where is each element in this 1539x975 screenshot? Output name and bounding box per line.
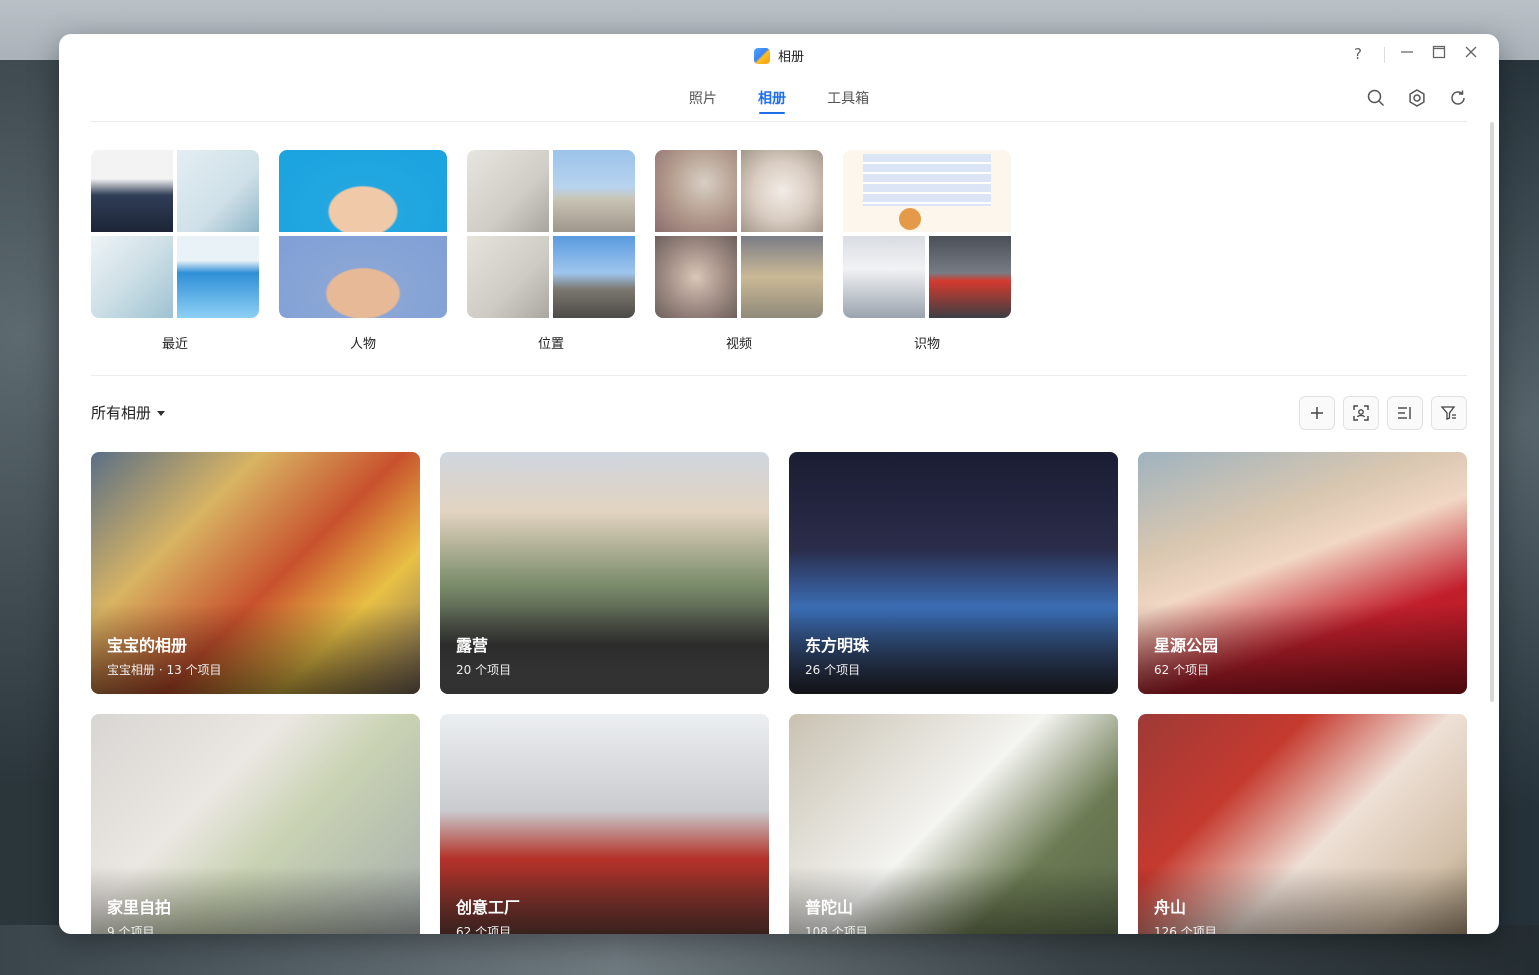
thumbnail [177, 150, 259, 232]
album-meta: 26 个项目 [805, 663, 861, 677]
window-title: 相册 [777, 50, 804, 65]
album-card[interactable]: 东方明珠 26 个项目 [789, 452, 1118, 694]
filter-icon [1441, 406, 1456, 420]
thumbnail [741, 236, 823, 318]
vertical-scrollbar[interactable] [1490, 122, 1494, 702]
photo-album-window: 相册 ? 照片 相册 工具箱 最近 人物 位置 视频 识物 所有相册 宝宝的相册… [59, 34, 1499, 934]
gear-icon [1409, 89, 1425, 107]
album-meta: 20 个项目 [456, 663, 512, 677]
all-albums-dropdown[interactable]: 所有相册 [91, 402, 166, 423]
tab-photos[interactable]: 照片 [689, 88, 717, 118]
tab-albums[interactable]: 相册 [758, 88, 786, 118]
titlebar-separator [1384, 47, 1385, 63]
category-recent[interactable]: 最近 [91, 150, 259, 352]
thumbnail [279, 150, 447, 232]
thumbnail [655, 236, 737, 318]
category-objects[interactable]: 识物 [843, 150, 1011, 352]
album-card[interactable]: 家里自拍 9 个项目 [91, 714, 420, 934]
header-divider [91, 121, 1467, 122]
album-meta: 62 个项目 [456, 925, 512, 934]
all-albums-title: 所有相册 [91, 404, 152, 422]
refresh-button[interactable] [1448, 88, 1470, 110]
album-name: 露营 [456, 636, 489, 655]
thumbnail [177, 236, 259, 318]
sort-button[interactable] [1387, 396, 1423, 430]
album-name: 宝宝的相册 [107, 636, 188, 655]
thumbnail [741, 150, 823, 232]
album-name: 东方明珠 [805, 636, 870, 655]
minimize-button[interactable] [1395, 42, 1419, 66]
smart-album-button[interactable] [1343, 396, 1379, 430]
thumbnail [279, 236, 447, 318]
thumbnail [929, 236, 1011, 318]
help-icon[interactable]: ? [1346, 42, 1370, 66]
album-name: 家里自拍 [107, 898, 172, 917]
album-name: 星源公园 [1154, 636, 1219, 655]
album-meta: 62 个项目 [1154, 663, 1210, 677]
tab-toolbox[interactable]: 工具箱 [827, 88, 869, 118]
category-thumbnail-grid [91, 150, 259, 318]
album-card[interactable]: 普陀山 108 个项目 [789, 714, 1118, 934]
thumbnail [655, 150, 737, 232]
category-thumbnail-grid [843, 150, 1011, 318]
caret-down-icon [157, 411, 166, 416]
album-card[interactable]: 宝宝的相册 宝宝相册 · 13 个项目 [91, 452, 420, 694]
album-card[interactable]: 星源公园 62 个项目 [1138, 452, 1467, 694]
album-name: 舟山 [1154, 898, 1187, 917]
album-meta: 宝宝相册 · 13 个项目 [107, 663, 222, 677]
album-meta: 9 个项目 [107, 925, 155, 934]
album-name: 创意工厂 [456, 898, 521, 917]
thumbnail [843, 150, 1011, 232]
add-album-button[interactable] [1299, 396, 1335, 430]
category-people[interactable]: 人物 [279, 150, 447, 352]
plus-icon [1311, 407, 1323, 419]
thumbnail [553, 150, 635, 232]
app-logo-icon [753, 47, 770, 64]
maximize-button[interactable] [1427, 42, 1451, 66]
thumbnail [467, 150, 549, 232]
filter-button[interactable] [1431, 396, 1467, 430]
close-button[interactable] [1459, 42, 1483, 66]
settings-button[interactable] [1407, 88, 1429, 110]
sort-icon [1398, 407, 1411, 419]
search-icon [1367, 89, 1385, 107]
category-thumbnail-grid [467, 150, 635, 318]
close-icon [1465, 46, 1477, 58]
thumbnail [553, 236, 635, 318]
category-label: 最近 [161, 337, 188, 352]
minimize-icon [1401, 51, 1413, 53]
section-divider [91, 375, 1467, 376]
search-button[interactable] [1366, 88, 1388, 110]
category-location[interactable]: 位置 [467, 150, 635, 352]
thumbnail [467, 236, 549, 318]
album-meta: 108 个项目 [805, 925, 868, 934]
category-video[interactable]: 视频 [655, 150, 823, 352]
main-tabs: 照片 相册 工具箱 [59, 88, 1499, 118]
thumbnail [91, 236, 173, 318]
album-card[interactable]: 舟山 126 个项目 [1138, 714, 1467, 934]
album-name: 普陀山 [805, 898, 854, 917]
album-card[interactable]: 创意工厂 62 个项目 [440, 714, 769, 934]
title-bar: 相册 ? [59, 34, 1499, 74]
category-thumbnail-grid [279, 150, 447, 318]
thumbnail [91, 150, 173, 232]
scan-icon [1353, 405, 1369, 421]
category-thumbnail-grid [655, 150, 823, 318]
album-card[interactable]: 露营 20 个项目 [440, 452, 769, 694]
category-label: 识物 [913, 337, 940, 352]
category-label: 人物 [349, 337, 376, 352]
refresh-icon [1451, 90, 1465, 105]
album-meta: 126 个项目 [1154, 925, 1217, 934]
thumbnail [843, 236, 925, 318]
category-label: 位置 [537, 337, 564, 352]
maximize-icon [1432, 45, 1446, 59]
category-label: 视频 [725, 337, 752, 352]
